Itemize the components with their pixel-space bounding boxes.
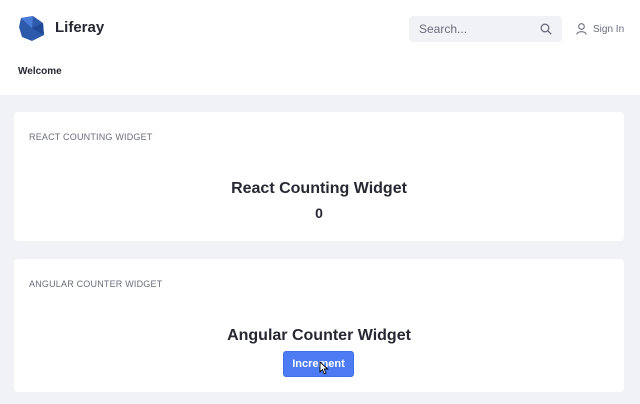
widget-heading: React Counting Widget [231, 180, 407, 197]
react-counting-widget-portlet: REACT COUNTING WIDGET React Counting Wid… [14, 112, 624, 241]
portlet-title: ANGULAR COUNTER WIDGET [29, 279, 163, 289]
liferay-logo-icon[interactable] [18, 15, 45, 42]
site-header: Liferay Sign In Welcome [0, 0, 640, 95]
widget-heading: Angular Counter Widget [227, 327, 411, 344]
sign-in-link[interactable]: Sign In [576, 22, 624, 36]
search-input[interactable] [419, 16, 534, 42]
counter-value: 0 [315, 205, 323, 221]
search-icon[interactable] [540, 23, 552, 35]
search-bar [409, 16, 562, 42]
sign-in-label: Sign In [593, 23, 625, 35]
site-name[interactable]: Liferay [55, 19, 104, 36]
mouse-pointer-icon [319, 361, 329, 375]
portlet-title: REACT COUNTING WIDGET [29, 132, 153, 142]
user-icon [576, 23, 587, 35]
nav-item-welcome[interactable]: Welcome [18, 66, 62, 77]
